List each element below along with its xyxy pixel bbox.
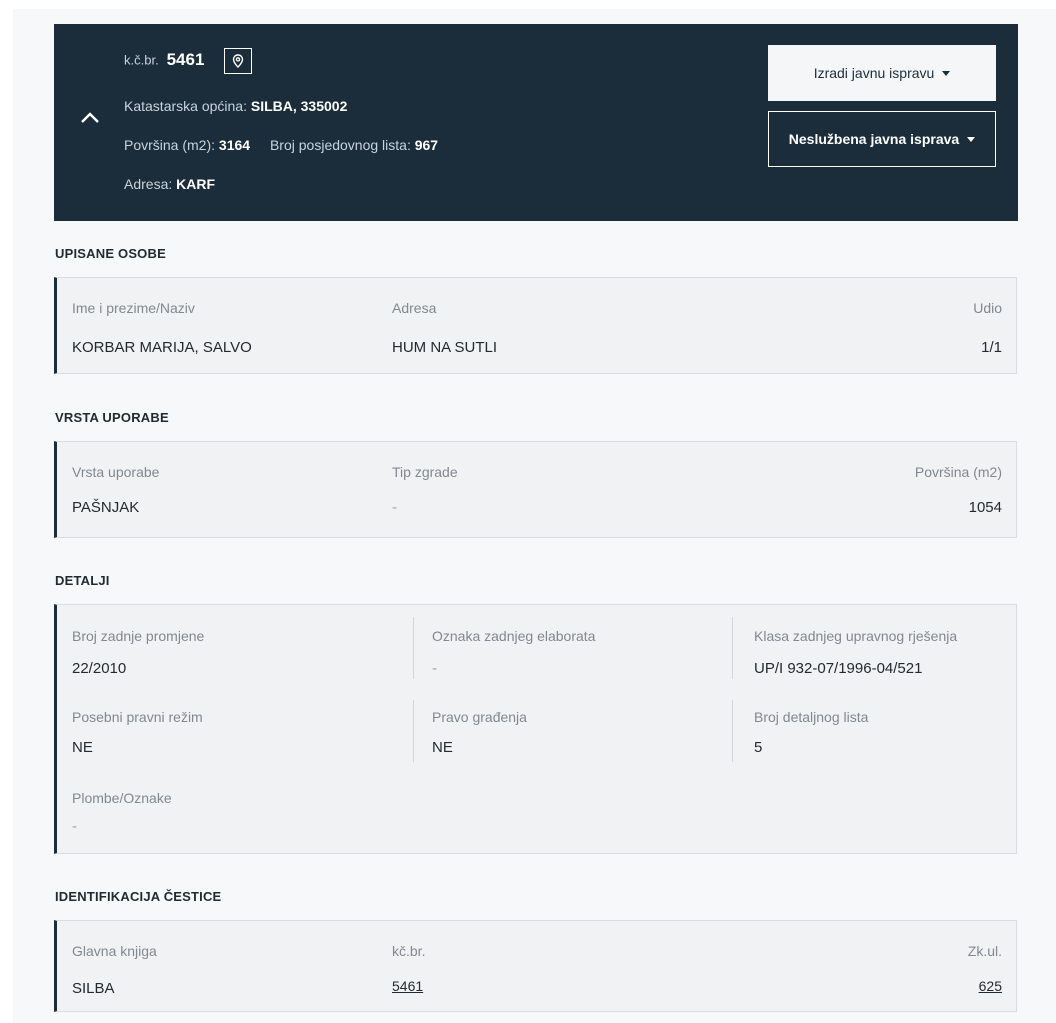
owners-card: Ime i prezime/Naziv Adresa Udio KORBAR M… xyxy=(54,277,1017,374)
detail-value: NE xyxy=(432,739,453,756)
usage-building: - xyxy=(392,499,397,516)
usage-header-type: Vrsta uporabe xyxy=(72,464,160,480)
owner-name: KORBAR MARIJA, SALVO xyxy=(72,339,252,356)
municipality-label: Katastarska općina: xyxy=(124,98,247,114)
identification-card: Glavna knjiga kč.br. Zk.ul. SILBA 5461 6… xyxy=(54,920,1017,1012)
details-divider xyxy=(413,617,414,679)
owner-address: HUM NA SUTLI xyxy=(392,339,498,356)
detail-value: NE xyxy=(72,739,93,756)
detail-label: Klasa zadnjeg upravnog rješenja xyxy=(754,628,958,644)
area-row: Površina (m2): 3164 Broj posjedovnog lis… xyxy=(124,137,438,153)
details-divider xyxy=(732,700,733,762)
ident-header-book: Glavna knjiga xyxy=(72,943,157,959)
municipality-row: Katastarska općina: SILBA, 335002 xyxy=(124,98,347,114)
owner-share: 1/1 xyxy=(981,339,1002,356)
ident-parcel-link[interactable]: 5461 xyxy=(392,978,423,994)
unofficial-document-label: Neslužbena javna isprava xyxy=(788,131,960,147)
address-row: Adresa: KARF xyxy=(124,176,215,192)
owners-header-share: Udio xyxy=(973,300,1002,316)
show-on-map-button[interactable] xyxy=(224,48,253,74)
usage-type: PAŠNJAK xyxy=(72,499,140,516)
area-label: Površina (m2): xyxy=(124,137,216,153)
detail-value: - xyxy=(432,660,437,677)
chevron-up-icon xyxy=(81,112,99,123)
owners-header-address: Adresa xyxy=(392,300,437,316)
possession-sheet-value: 967 xyxy=(414,137,439,153)
possession-sheet-label: Broj posjedovnog lista: xyxy=(269,137,411,153)
create-document-label: Izradi javnu ispravu xyxy=(813,65,935,81)
details-divider xyxy=(413,700,414,762)
detail-label: Broj detaljnog lista xyxy=(754,709,869,725)
usage-header-area: Površina (m2) xyxy=(914,464,1002,480)
ident-header-zkul: Zk.ul. xyxy=(967,943,1002,959)
detail-label: Broj zadnje promjene xyxy=(72,628,205,644)
caret-down-icon xyxy=(942,70,951,76)
detail-value: UP/I 932-07/1996-04/521 xyxy=(754,660,923,677)
address-label: Adresa: xyxy=(124,176,173,192)
detail-value: 22/2010 xyxy=(72,660,127,677)
parcel-number-value: 5461 xyxy=(166,49,205,69)
usage-card: Vrsta uporabe Tip zgrade Površina (m2) P… xyxy=(54,441,1017,538)
usage-section-title: VRSTA UPORABE xyxy=(55,410,169,425)
usage-area: 1054 xyxy=(968,499,1002,516)
detail-label: Plombe/Oznake xyxy=(72,790,172,806)
map-pin-icon xyxy=(233,54,244,68)
detail-value: - xyxy=(72,818,77,835)
detail-value: 5 xyxy=(754,739,763,756)
parcel-header: k.č.br. 5461 Katastarska općina: SILBA, … xyxy=(54,24,1018,221)
ident-book: SILBA xyxy=(72,980,115,997)
parcel-number-row: k.č.br. 5461 xyxy=(124,48,253,74)
owners-header-name: Ime i prezime/Naziv xyxy=(72,300,195,316)
ident-zkul-link[interactable]: 625 xyxy=(979,978,1002,994)
address-value: KARF xyxy=(176,176,216,192)
detail-label: Oznaka zadnjeg elaborata xyxy=(432,628,596,644)
usage-header-building: Tip zgrade xyxy=(392,464,458,480)
details-divider xyxy=(732,617,733,679)
identification-section-title: IDENTIFIKACIJA ČESTICE xyxy=(55,889,222,904)
create-document-button[interactable]: Izradi javnu ispravu xyxy=(768,45,996,101)
detail-label: Posebni pravni režim xyxy=(72,709,203,725)
details-section-title: DETALJI xyxy=(55,573,110,588)
detail-label: Pravo građenja xyxy=(432,709,527,725)
details-card: Broj zadnje promjene 22/2010 Oznaka zadn… xyxy=(54,604,1017,854)
unofficial-document-button[interactable]: Neslužbena javna isprava xyxy=(768,111,996,167)
parcel-number-label: k.č.br. xyxy=(124,52,159,68)
caret-down-icon xyxy=(967,136,976,142)
municipality-value: SILBA, 335002 xyxy=(250,98,348,114)
owners-section-title: UPISANE OSOBE xyxy=(55,246,166,261)
area-value: 3164 xyxy=(218,137,251,153)
ident-header-parcel: kč.br. xyxy=(392,943,426,959)
collapse-toggle[interactable] xyxy=(76,104,104,132)
